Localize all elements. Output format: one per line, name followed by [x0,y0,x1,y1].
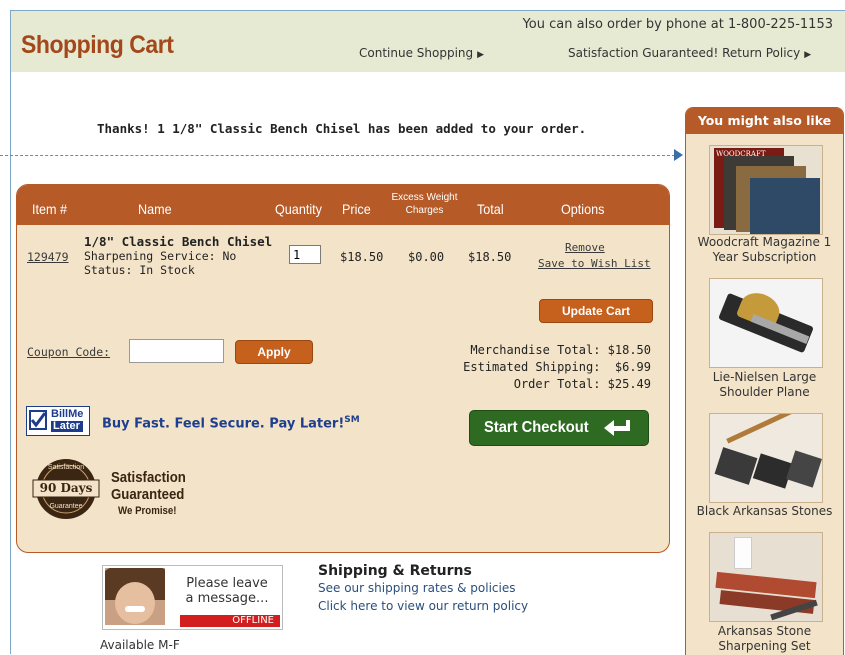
page-header: Shopping Cart You can also order by phon… [11,11,845,72]
recommendations-sidebar: You might also like WOODCRAFT Woodcraft … [685,107,844,655]
item-sharpening: Sharpening Service: No [84,249,237,263]
start-checkout-label[interactable]: Start Checkout [484,419,589,437]
column-quantity: Quantity [275,201,322,217]
billme-logo-line1: BillMe [51,408,84,420]
return-policy-link[interactable]: Satisfaction Guaranteed! Return Policy ▶ [568,46,811,60]
billme-later-logo[interactable]: BillMe Later [26,406,90,436]
item-status: Status: In Stock [84,263,195,277]
column-excess-weight: Excess Weight Charges [387,191,462,217]
satisfaction-line3: We Promise! [118,505,177,517]
continue-shopping-link[interactable]: Continue Shopping ▶ [359,46,484,60]
apply-coupon-button[interactable]: Apply [235,340,313,364]
billme-logo-line2: Later [51,421,84,432]
seal-top-text: Satisfaction [47,464,85,471]
satisfaction-line2: Guaranteed [111,486,185,503]
update-cart-button[interactable]: Update Cart [539,299,653,323]
chat-prompt-line2: a message... [185,591,269,606]
coupon-code-label: Coupon Code: [27,345,111,359]
coupon-code-input[interactable] [129,339,224,363]
column-name: Name [138,201,172,217]
column-price: Price [342,201,371,217]
chat-availability: Available M-F [100,638,180,652]
start-checkout-button[interactable]: Start Checkout [469,410,649,446]
arrow-right-icon [674,149,683,161]
product-image-magazine[interactable]: WOODCRAFT [709,145,823,235]
checkmark-icon [30,412,46,428]
item-excess-charge: $0.00 [408,250,445,264]
continue-shopping-label[interactable]: Continue Shopping [359,46,473,60]
seal-days: 90 Days [39,481,93,495]
billme-tagline-text[interactable]: Buy Fast. Feel Secure. Pay Later! [102,416,344,431]
return-policy-text-link[interactable]: Click here to view our return policy [318,599,528,613]
item-name: 1/8" Classic Bench Chisel [84,234,273,249]
item-details: 1/8" Classic Bench Chisel Sharpening Ser… [84,234,273,278]
phone-order-text: You can also order by phone at 1-800-225… [522,17,833,32]
return-arrow-icon [604,420,630,436]
column-total: Total [477,201,504,217]
estimated-shipping: Estimated Shipping: $6.99 [463,360,651,374]
added-to-order-message: Thanks! 1 1/8" Classic Bench Chisel has … [97,121,587,136]
product-image-black-stones[interactable] [709,413,823,503]
product-name-shoulder-plane[interactable]: Lie-Nielsen Large Shoulder Plane [686,370,843,400]
cart-panel: Item # Name Quantity Price Excess Weight… [16,184,670,553]
triangle-right-icon: ▶ [804,50,812,60]
order-totals: Merchandise Total: $18.50 Estimated Ship… [463,342,651,393]
merchandise-total: Merchandise Total: $18.50 [470,343,651,357]
remove-link[interactable]: Remove [565,241,605,254]
shipping-returns-title: Shipping & Returns [318,563,472,579]
column-excess-weight-line2: Charges [405,205,444,216]
product-name-magazine[interactable]: Woodcraft Magazine 1 Year Subscription [686,235,843,265]
satisfaction-seal-badge: 90 Days Satisfaction Guarantee [27,458,105,520]
recommendations-title: You might also like [686,108,843,134]
billme-tagline[interactable]: Buy Fast. Feel Secure. Pay Later!SM [102,415,360,431]
quantity-input[interactable] [289,245,321,264]
column-options: Options [561,201,605,217]
product-name-sharpening-set[interactable]: Arkansas Stone Sharpening Set [686,624,843,654]
column-excess-weight-line1: Excess Weight [391,192,458,203]
chat-message-widget[interactable]: Please leave a message... OFFLINE [102,565,283,630]
satisfaction-guaranteed-text: Satisfaction Guaranteed We Promise! [111,469,196,520]
item-total: $18.50 [468,250,512,264]
satisfaction-line1: Satisfaction [111,469,186,486]
column-item-number: Item # [32,201,68,217]
dashed-pointer-line [0,155,675,156]
cart-table-header: Item # Name Quantity Price Excess Weight… [17,185,669,225]
chat-agent-avatar [105,568,165,625]
checkmark-box-icon [29,410,47,430]
service-mark: SM [344,415,360,425]
shipping-rates-link[interactable]: See our shipping rates & policies [318,581,516,595]
item-number-link[interactable]: 129479 [27,250,69,264]
seal-bottom-text: Guarantee [49,503,83,510]
product-name-black-stones[interactable]: Black Arkansas Stones [686,504,843,519]
triangle-right-icon: ▶ [477,50,485,60]
item-price: $18.50 [340,250,384,264]
chat-status-badge: OFFLINE [180,615,280,627]
product-image-shoulder-plane[interactable] [709,278,823,368]
frame-border-left [10,10,11,654]
chat-prompt-line1: Please leave [186,576,268,591]
save-to-wishlist-link[interactable]: Save to Wish List [538,257,651,270]
page-title: Shopping Cart [21,31,174,59]
product-image-sharpening-set[interactable] [709,532,823,622]
return-policy-label[interactable]: Satisfaction Guaranteed! Return Policy [568,46,800,60]
order-total: Order Total: $25.49 [513,377,651,391]
